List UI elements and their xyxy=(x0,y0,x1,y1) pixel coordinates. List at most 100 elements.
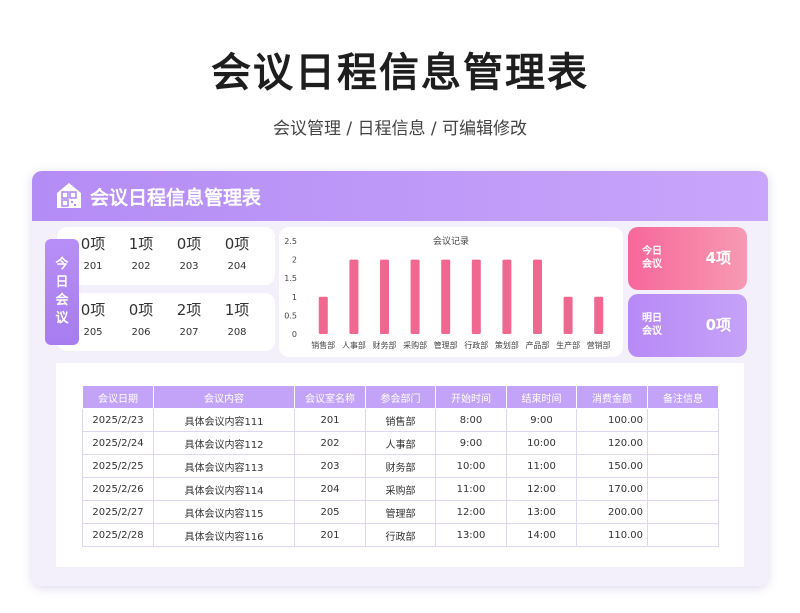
table-cell[interactable]: 行政部 xyxy=(365,523,436,547)
table-cell[interactable]: 201 xyxy=(294,408,366,432)
x-tick-label: 生产部 xyxy=(556,340,580,350)
table-cell[interactable]: 201 xyxy=(294,523,366,547)
table-cell[interactable]: 2025/2/26 xyxy=(82,477,154,501)
stat-value: 0项 xyxy=(705,316,731,334)
table-row: 2025/2/28 具体会议内容116 201 行政部 13:00 14:00 … xyxy=(82,523,719,547)
y-tick-label: 0 xyxy=(292,330,297,339)
table-cell[interactable]: 204 xyxy=(294,477,366,501)
table-row: 2025/2/25 具体会议内容113 203 财务部 10:00 11:00 … xyxy=(82,454,719,478)
y-tick-label: 0.5 xyxy=(284,311,297,320)
room-count: 1项 xyxy=(128,235,154,253)
stat-label: 今日会议 xyxy=(642,246,662,270)
table-cell[interactable]: 203 xyxy=(294,454,366,478)
table-cell[interactable]: 具体会议内容115 xyxy=(153,500,295,524)
bar-行政部[interactable] xyxy=(471,259,481,334)
table-cell[interactable] xyxy=(647,523,719,547)
column-header[interactable]: 开始时间 xyxy=(435,385,507,409)
bar-策划部[interactable] xyxy=(502,259,512,334)
room-count: 1项 xyxy=(224,301,250,319)
meeting-record-chart: 会议记录 2.5 2 1.5 1 0.5 0 销售部 人事部 财务部 采购部 管理部 行政部 策划部产… xyxy=(279,227,623,357)
table-cell[interactable]: 13:00 xyxy=(506,500,577,524)
y-tick-label: 2.5 xyxy=(284,237,297,246)
table-row: 2025/2/24 具体会议内容112 202 人事部 9:00 10:00 1… xyxy=(82,431,719,455)
bar-人事部[interactable] xyxy=(349,259,359,334)
table-cell[interactable]: 202 xyxy=(294,431,366,455)
table-cell[interactable]: 10:00 xyxy=(506,431,577,455)
table-cell[interactable]: 2025/2/23 xyxy=(82,408,154,432)
rooms-row-1: 0项 201 1项 202 0项 203 0项 204 xyxy=(57,227,275,285)
bar-营销部[interactable] xyxy=(594,296,604,334)
table-cell[interactable]: 2025/2/27 xyxy=(82,500,154,524)
table-cell[interactable]: 具体会议内容111 xyxy=(153,408,295,432)
column-header[interactable]: 会议日期 xyxy=(82,385,154,409)
column-header[interactable]: 结束时间 xyxy=(506,385,577,409)
x-tick-label: 管理部 xyxy=(434,340,458,350)
x-tick-label: 人事部 xyxy=(342,340,366,350)
table-cell[interactable]: 采购部 xyxy=(365,477,436,501)
building-qr-icon xyxy=(57,183,81,208)
table-cell[interactable] xyxy=(647,431,719,455)
table-cell[interactable]: 10:00 xyxy=(435,454,507,478)
today-label-char: 会 xyxy=(55,293,69,308)
table-cell[interactable]: 11:00 xyxy=(435,477,507,501)
table-cell[interactable]: 150.00 xyxy=(576,454,648,478)
bar-生产部[interactable] xyxy=(563,296,573,334)
table-cell[interactable]: 9:00 xyxy=(435,431,507,455)
table-cell[interactable]: 13:00 xyxy=(435,523,507,547)
table-cell[interactable] xyxy=(647,408,719,432)
table-cell[interactable]: 具体会议内容113 xyxy=(153,454,295,478)
table-cell[interactable]: 110.00 xyxy=(576,523,648,547)
table-cell[interactable]: 11:00 xyxy=(506,454,577,478)
today-label-char: 议 xyxy=(55,311,69,326)
table-cell[interactable] xyxy=(647,477,719,501)
table-cell[interactable]: 120.00 xyxy=(576,431,648,455)
y-tick-label: 1 xyxy=(292,293,297,302)
table-cell[interactable]: 人事部 xyxy=(365,431,436,455)
room-count: 0项 xyxy=(224,235,250,253)
room-number: 203 xyxy=(179,261,199,272)
table-cell[interactable]: 具体会议内容114 xyxy=(153,477,295,501)
table-cell[interactable]: 14:00 xyxy=(506,523,577,547)
room-number: 206 xyxy=(131,327,151,338)
table-cell[interactable]: 2025/2/28 xyxy=(82,523,154,547)
table-cell[interactable]: 2025/2/24 xyxy=(82,431,154,455)
table-cell[interactable]: 9:00 xyxy=(506,408,577,432)
table-cell[interactable]: 销售部 xyxy=(365,408,436,432)
table-cell[interactable]: 12:00 xyxy=(435,500,507,524)
bar-财务部[interactable] xyxy=(380,259,389,334)
y-tick-label: 2 xyxy=(292,256,297,265)
today-meetings-stat: 今日会议 4项 xyxy=(628,227,747,290)
x-tick-label: 产品部 xyxy=(526,340,550,350)
column-header[interactable]: 会议室名称 xyxy=(294,385,366,409)
card-header: 会议日程信息管理表 xyxy=(32,171,768,221)
table-cell[interactable]: 170.00 xyxy=(576,477,648,501)
column-header[interactable]: 消费金额 xyxy=(576,385,648,409)
table-cell[interactable] xyxy=(647,500,719,524)
bar-产品部[interactable] xyxy=(533,259,542,334)
bar-销售部[interactable] xyxy=(318,296,328,334)
bar-管理部[interactable] xyxy=(441,259,451,334)
table-cell[interactable]: 205 xyxy=(294,500,366,524)
bar-采购部[interactable] xyxy=(410,259,420,334)
x-tick-label: 策划部 xyxy=(495,340,519,350)
table-cell[interactable] xyxy=(647,454,719,478)
table-cell[interactable]: 管理部 xyxy=(365,500,436,524)
table-row: 2025/2/23 具体会议内容111 201 销售部 8:00 9:00 10… xyxy=(82,408,719,432)
table-cell[interactable]: 2025/2/25 xyxy=(82,454,154,478)
stat-label: 明日会议 xyxy=(642,313,662,337)
table-cell[interactable]: 财务部 xyxy=(365,454,436,478)
table-cell[interactable]: 12:00 xyxy=(506,477,577,501)
today-meetings-label: 今 日 会 议 xyxy=(45,239,79,345)
table-cell[interactable]: 8:00 xyxy=(435,408,507,432)
room-number: 202 xyxy=(131,261,151,272)
table-cell[interactable]: 200.00 xyxy=(576,500,648,524)
page-title: 会议日程信息管理表 xyxy=(211,50,589,96)
column-header[interactable]: 参会部门 xyxy=(365,385,436,409)
column-header[interactable]: 会议内容 xyxy=(153,385,295,409)
rooms-row-2: 0项 205 0项 206 2项 207 1项 208 xyxy=(57,293,275,351)
column-header[interactable]: 备注信息 xyxy=(647,385,719,409)
chart-title: 会议记录 xyxy=(433,235,469,247)
table-cell[interactable]: 具体会议内容116 xyxy=(153,523,295,547)
table-cell[interactable]: 100.00 xyxy=(576,408,648,432)
table-cell[interactable]: 具体会议内容112 xyxy=(153,431,295,455)
